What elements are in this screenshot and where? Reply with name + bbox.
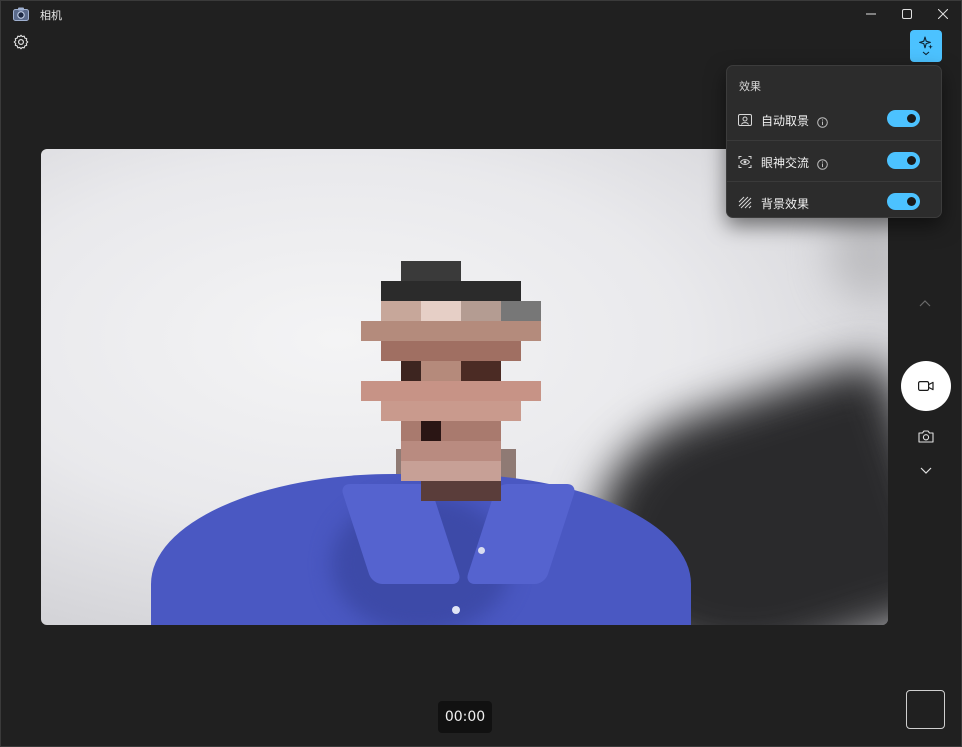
camera-window: 相机 效果 自动取景 眼神交流 背景效果 00:00 <box>0 0 962 747</box>
auto-framing-toggle[interactable] <box>887 110 920 127</box>
gear-icon <box>13 34 29 50</box>
mode-up-button[interactable] <box>915 293 935 313</box>
app-title: 相机 <box>40 9 62 22</box>
camera-app-icon <box>13 6 29 21</box>
maximize-icon <box>902 9 912 19</box>
close-icon <box>938 9 948 19</box>
effect-label: 自动取景 <box>761 114 810 128</box>
effects-flyout: 效果 自动取景 眼神交流 背景效果 <box>726 65 942 218</box>
frame-person-icon <box>738 112 752 126</box>
effect-row-auto-framing: 自动取景 <box>727 99 941 140</box>
eye-camera-icon <box>738 154 752 168</box>
mode-down-button[interactable] <box>915 461 937 481</box>
effects-title: 效果 <box>739 80 761 93</box>
close-button[interactable] <box>925 1 961 27</box>
effect-row-eye-contact: 眼神交流 <box>727 140 941 181</box>
info-icon[interactable] <box>817 113 828 128</box>
video-camera-icon <box>918 381 934 392</box>
eye-contact-toggle[interactable] <box>887 152 920 169</box>
photo-mode-button[interactable] <box>915 426 937 446</box>
chevron-up-icon <box>919 300 931 307</box>
settings-button[interactable] <box>11 32 31 52</box>
minimize-icon <box>866 13 876 15</box>
effects-button[interactable] <box>910 30 942 62</box>
sparkle-icon <box>919 36 933 56</box>
info-icon[interactable] <box>817 155 828 170</box>
effect-label: 眼神交流 <box>761 156 810 170</box>
chevron-down-icon <box>920 467 932 474</box>
background-effect-toggle[interactable] <box>887 193 920 210</box>
minimize-button[interactable] <box>853 1 889 27</box>
last-capture-thumbnail[interactable] <box>906 690 945 729</box>
effect-row-background: 背景效果 <box>727 181 941 222</box>
recording-timer: 00:00 <box>438 701 492 733</box>
title-bar: 相机 <box>1 1 961 27</box>
camera-icon <box>918 430 934 443</box>
pixelated-face <box>361 259 541 509</box>
background-blur-icon <box>738 195 752 209</box>
record-video-button[interactable] <box>901 361 951 411</box>
effect-label: 背景效果 <box>761 197 810 211</box>
maximize-button[interactable] <box>889 1 925 27</box>
